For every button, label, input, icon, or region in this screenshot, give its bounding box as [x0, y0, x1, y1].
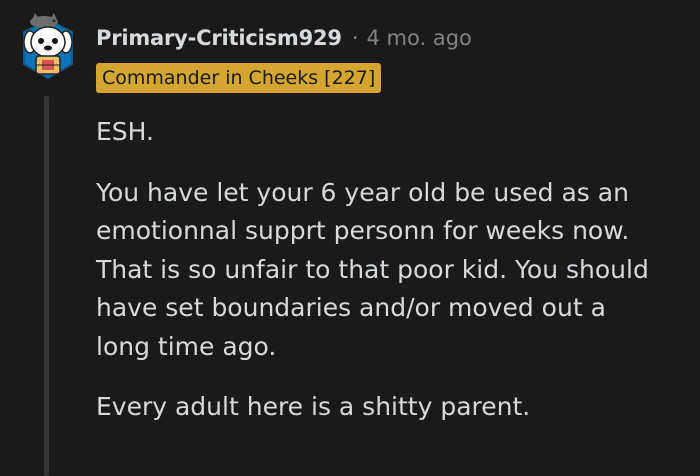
author-username[interactable]: Primary-Criticism929 — [96, 26, 342, 50]
user-avatar[interactable] — [18, 12, 78, 84]
user-flair-badge: Commander in Cheeks [227] — [96, 63, 382, 93]
comment-paragraph: Every adult here is a shitty parent. — [96, 392, 531, 421]
comment-timestamp[interactable]: 4 mo. ago — [367, 26, 472, 50]
comment-body: ESH. You have let your 6 year old be use… — [96, 113, 686, 449]
comment-meta: Primary-Criticism929 · 4 mo. ago — [96, 22, 472, 54]
thread-collapse-line[interactable] — [44, 96, 49, 476]
snoo-dog-avatar-icon — [23, 13, 73, 80]
comment-paragraph: You have let your 6 year old be used as … — [96, 177, 649, 361]
meta-separator: · — [351, 26, 359, 50]
comment: Primary-Criticism929 · 4 mo. ago Command… — [0, 0, 700, 476]
comment-paragraph: ESH. — [96, 117, 154, 146]
